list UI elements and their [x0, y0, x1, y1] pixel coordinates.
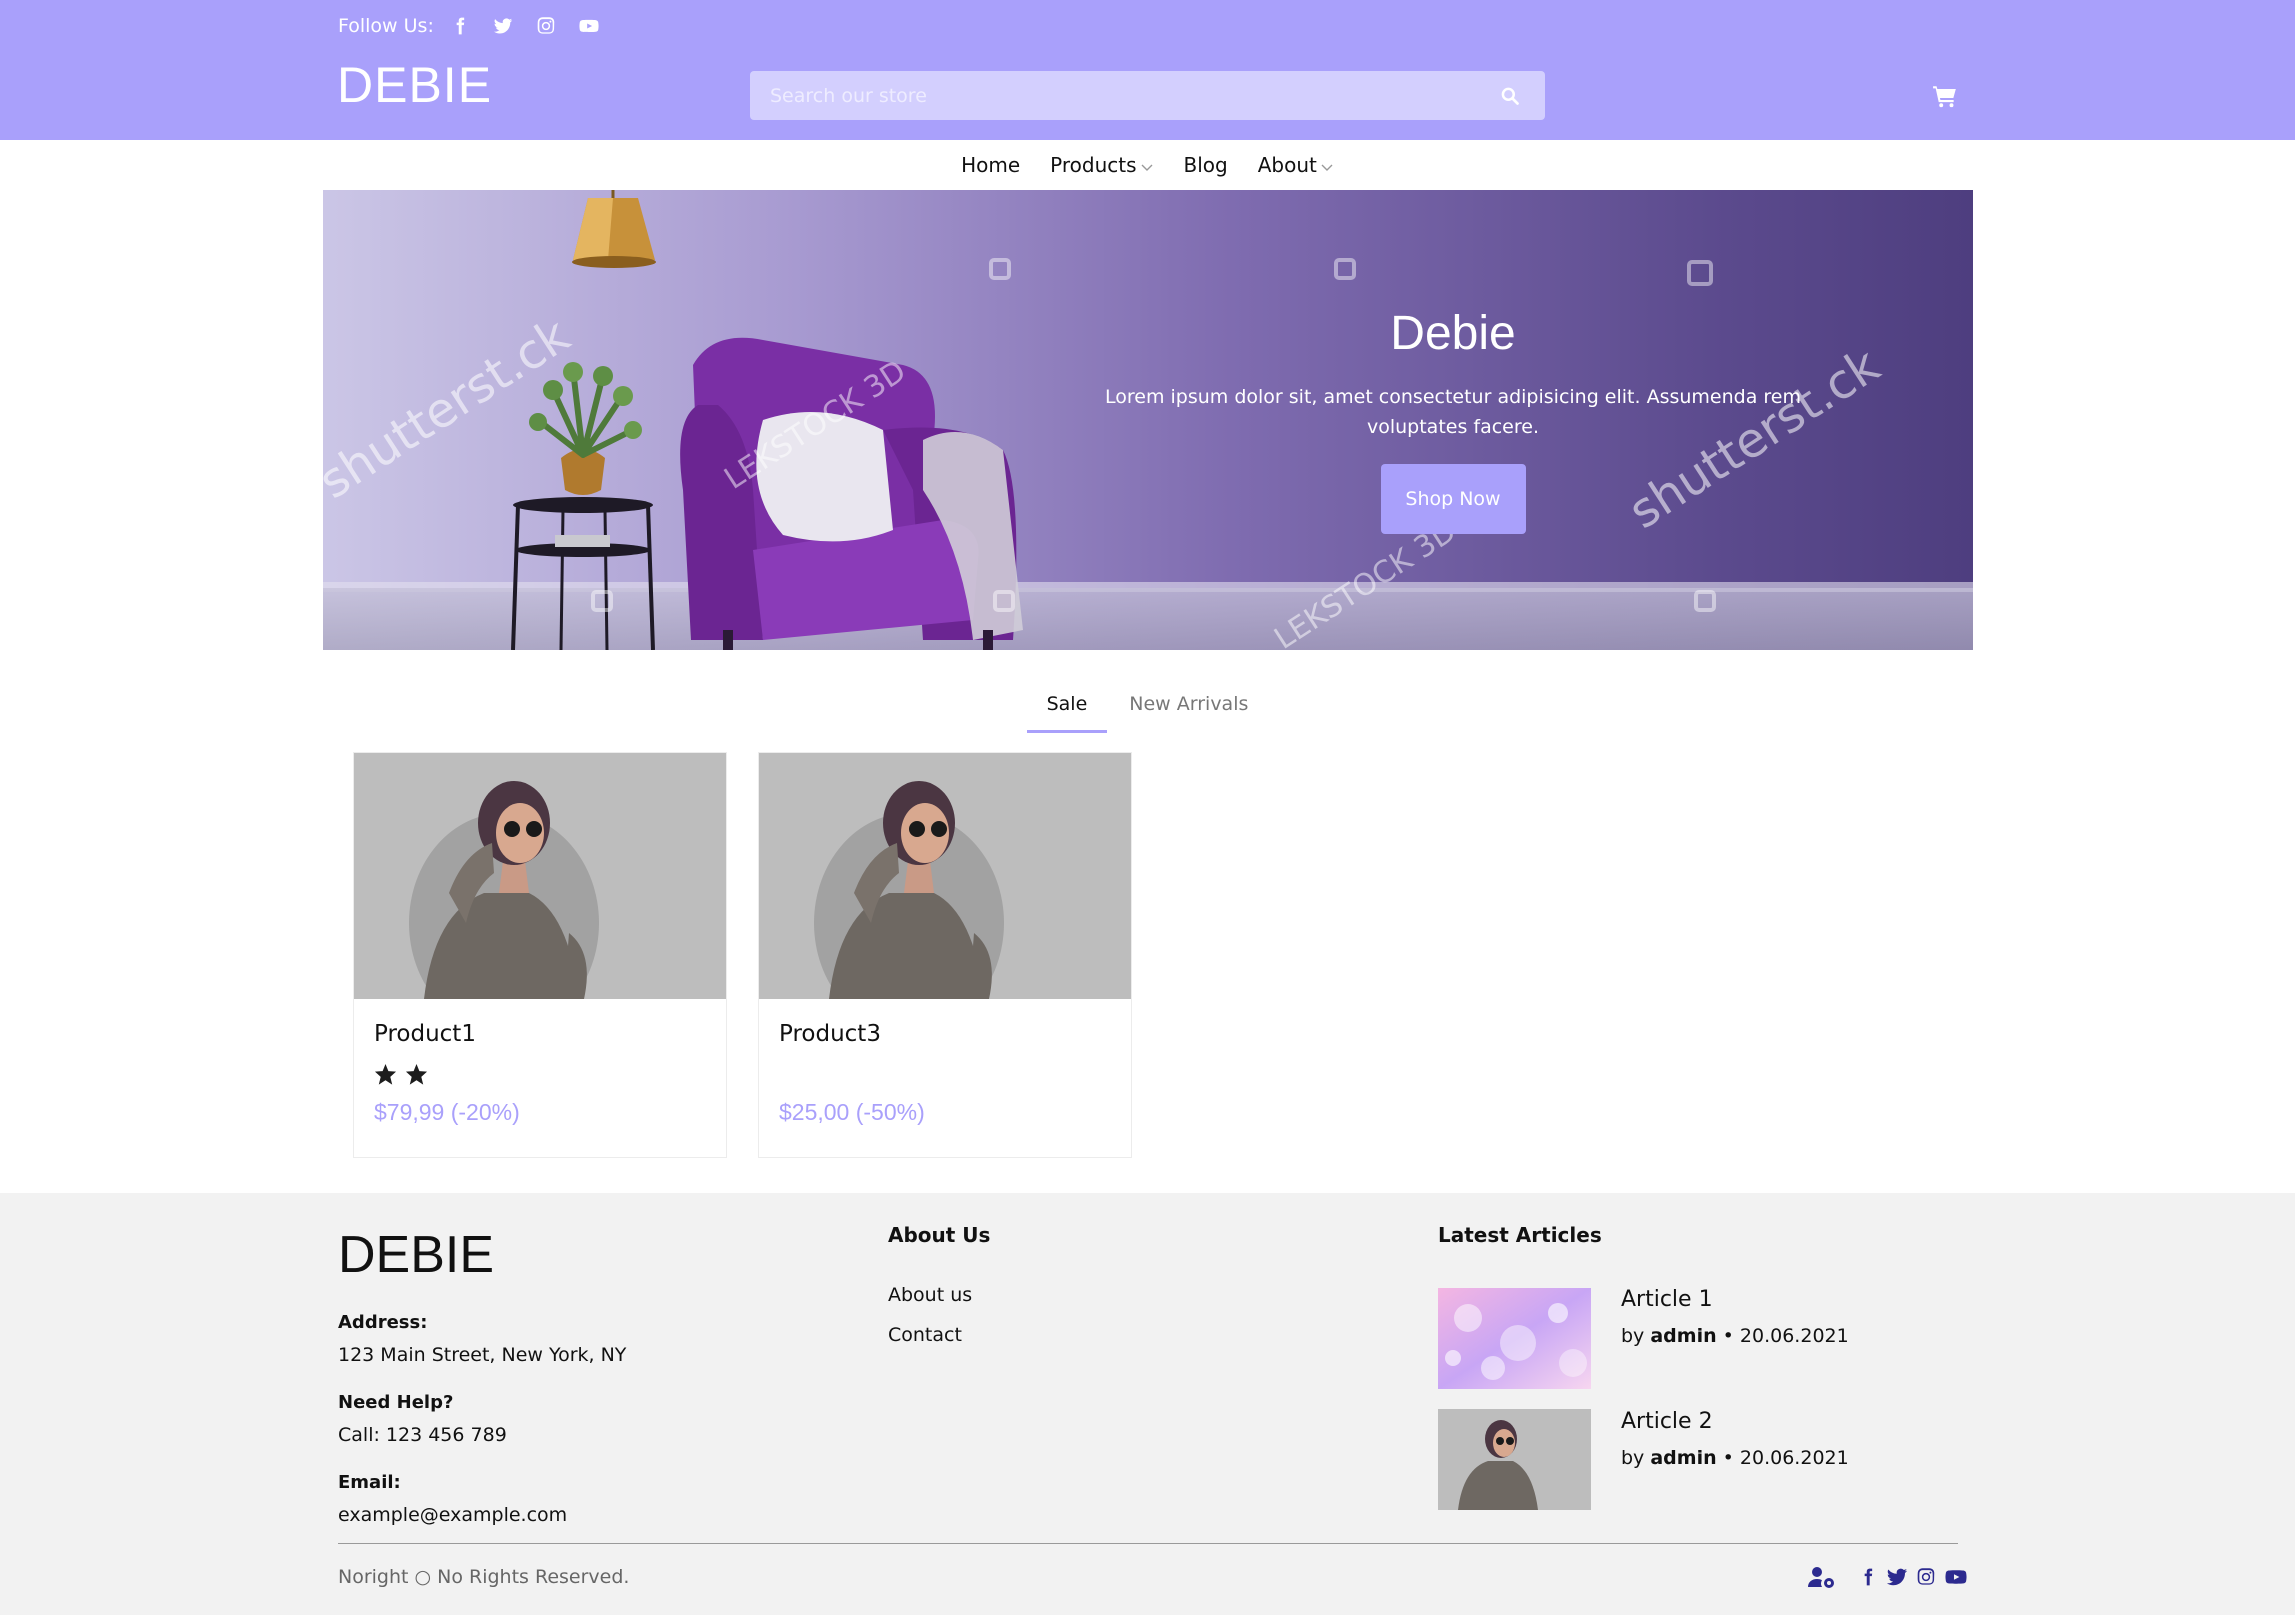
instagram-icon[interactable] — [1916, 1565, 1936, 1589]
product-image[interactable] — [759, 753, 1131, 999]
hero-title: Debie — [1390, 307, 1516, 360]
star-icon — [374, 1063, 397, 1085]
hero-description: Lorem ipsum dolor sit, amet consectetur … — [1105, 386, 1801, 438]
site-logo[interactable]: DEBIE — [337, 60, 492, 110]
product-tabs: Sale New Arrivals — [0, 685, 2295, 733]
search-bar — [750, 71, 1545, 120]
address-value: 123 Main Street, New York, NY — [338, 1344, 627, 1366]
nav-item-about[interactable]: About — [1258, 153, 1334, 177]
nav-item-home[interactable]: Home — [961, 153, 1020, 177]
address-label: Address: — [338, 1312, 428, 1333]
follow-us-label: Follow Us: — [338, 15, 434, 37]
hero-content: Debie Lorem ipsum dolor sit, amet consec… — [1093, 310, 1813, 534]
article-title[interactable]: Article 1 — [1621, 1287, 1713, 1312]
search-button[interactable] — [1485, 71, 1535, 120]
articles-heading: Latest Articles — [1438, 1223, 1602, 1247]
cart-icon — [1933, 86, 1956, 108]
hero-watermark: shutterst.ck — [323, 307, 580, 510]
user-cog-icon[interactable] — [1808, 1565, 1836, 1589]
footer-logo[interactable]: DEBIE — [338, 1229, 494, 1281]
youtube-icon[interactable] — [577, 14, 601, 38]
article-by: by — [1621, 1325, 1645, 1347]
twitter-icon[interactable] — [1886, 1565, 1908, 1589]
hero-banner: shutterst.ck LEKSTOCK 3D shutterst.ck LE… — [323, 190, 1973, 650]
about-heading: About Us — [888, 1223, 991, 1247]
product-price: $25,00 (-50%) — [779, 1099, 925, 1125]
article-thumbnail[interactable] — [1438, 1409, 1591, 1510]
article-thumbnail[interactable] — [1438, 1288, 1591, 1389]
article-date: • 20.06.2021 — [1722, 1325, 1849, 1347]
shop-now-button[interactable]: Shop Now — [1380, 464, 1526, 534]
nav-item-label: Home — [961, 153, 1021, 177]
twitter-icon[interactable] — [491, 14, 515, 38]
email-value: example@example.com — [338, 1504, 568, 1526]
chevron-down-icon — [1321, 164, 1333, 171]
footer-link-contact[interactable]: Contact — [888, 1324, 962, 1346]
nav-item-label: Products — [1050, 153, 1137, 177]
article-meta: by admin • 20.06.2021 — [1621, 1325, 1849, 1347]
follow-us-bar: Follow Us: — [338, 14, 620, 38]
help-label: Need Help? — [338, 1392, 454, 1413]
nav-item-label: About — [1257, 153, 1317, 177]
product-card[interactable]: Product1 $79,99 (-20%) — [353, 752, 727, 1158]
youtube-icon[interactable] — [1944, 1565, 1968, 1589]
search-input[interactable] — [750, 71, 1485, 120]
article-title[interactable]: Article 2 — [1621, 1409, 1713, 1434]
footer-divider — [338, 1543, 1958, 1544]
hero-watermark: LEKSTOCK 3D — [1268, 514, 1462, 650]
email-label: Email: — [338, 1472, 401, 1493]
top-header: Follow Us: DEBIE — [0, 0, 2295, 140]
product-name[interactable]: Product3 — [779, 1021, 881, 1047]
copyright-text: Noright ○ No Rights Reserved. — [338, 1566, 630, 1588]
instagram-icon[interactable] — [534, 14, 558, 38]
footer-social — [1800, 1565, 1968, 1589]
nav-item-products[interactable]: Products — [1050, 153, 1153, 177]
product-name[interactable]: Product1 — [374, 1021, 476, 1047]
chevron-down-icon — [1141, 164, 1153, 171]
facebook-icon[interactable] — [1858, 1565, 1878, 1589]
nav-item-blog[interactable]: Blog — [1184, 153, 1228, 177]
site-footer: DEBIE Address: 123 Main Street, New York… — [0, 1193, 2295, 1615]
article-meta: by admin • 20.06.2021 — [1621, 1447, 1849, 1469]
product-rating — [374, 1063, 436, 1086]
star-icon — [405, 1063, 428, 1085]
article-author[interactable]: admin — [1650, 1325, 1716, 1347]
cart-button[interactable] — [1930, 81, 1960, 111]
product-price: $79,99 (-20%) — [374, 1099, 520, 1125]
help-phone: Call: 123 456 789 — [338, 1424, 507, 1446]
product-card[interactable]: Product3 $25,00 (-50%) — [758, 752, 1132, 1158]
main-nav: Home Products Blog About — [0, 140, 2295, 190]
article-by: by — [1621, 1447, 1645, 1469]
tab-new-arrivals[interactable]: New Arrivals — [1109, 685, 1268, 733]
facebook-icon[interactable] — [448, 14, 472, 38]
article-date: • 20.06.2021 — [1722, 1447, 1849, 1469]
footer-link-about-us[interactable]: About us — [888, 1284, 972, 1306]
nav-item-label: Blog — [1183, 153, 1228, 177]
product-image[interactable] — [354, 753, 726, 999]
tab-sale[interactable]: Sale — [1026, 685, 1108, 733]
article-author[interactable]: admin — [1650, 1447, 1716, 1469]
search-icon — [1501, 87, 1519, 105]
